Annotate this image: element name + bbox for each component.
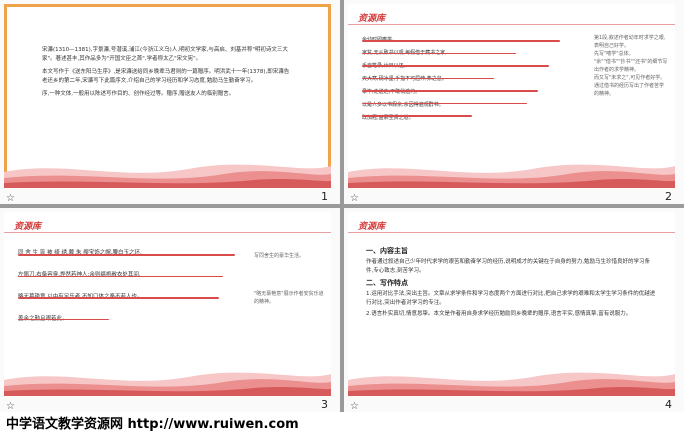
slide-3-wave-decoration bbox=[4, 372, 331, 396]
slide-1-paragraph: 本文写作于《送东阳马生序》,是宋濂送给同乡晚辈马君则的一篇赠序。明洪武十一年(1… bbox=[42, 69, 290, 84]
slide-3-transition-icon[interactable]: ☆ bbox=[6, 401, 15, 412]
slide-number: 2 bbox=[665, 190, 672, 203]
header-divider bbox=[348, 232, 675, 233]
slide-1-transition-icon[interactable]: ☆ bbox=[6, 193, 15, 204]
slide-panel-2[interactable]: 资源库 余幼时即嗜学。 家贫,无从致书以观,每假借于藏书之家, 手自笔录,计日以… bbox=[344, 0, 684, 204]
slide-number: 4 bbox=[665, 398, 672, 411]
side-note: 而又写"未求之",可见作者好学。 bbox=[594, 75, 666, 81]
section-heading: 一、内容主旨 bbox=[366, 247, 408, 255]
header-divider bbox=[348, 24, 675, 25]
side-note: 先写"嗜学"总体。 bbox=[594, 51, 634, 57]
slide-1-body: 宋濂(1310—1381),字景濂,号潜溪,浦江(今浙江义乌)人,明初文学家,与… bbox=[42, 46, 292, 99]
slide-4-paragraph: 作者通过叙述自己少年时代求学的艰苦和勤奋学习的经历,说明成才的关键在于自身的努力… bbox=[366, 259, 651, 274]
slide-4-transition-icon[interactable]: ☆ bbox=[350, 401, 359, 412]
slide-1-paragraph: 宋濂(1310—1381),字景濂,号潜溪,浦江(今浙江义乌)人,明初文学家,与… bbox=[42, 47, 288, 62]
side-note: 通过借书的经历写出了作者苦学的精神。 bbox=[594, 83, 665, 97]
slide-4[interactable]: 资源库 一、内容主旨 作者通过叙述自己少年时代求学的艰苦和勤奋学习的经历,说明成… bbox=[348, 212, 675, 396]
slide-2-side-notes: 第1段,叙述作者幼年时求学之艰,表明自己好学。 先写"嗜学"总体。 "余""借书… bbox=[594, 34, 668, 98]
slide-1-wave-decoration bbox=[4, 164, 331, 188]
section-heading: 二、写作特点 bbox=[366, 279, 408, 287]
logo: 资源库 bbox=[14, 222, 42, 232]
slide-sorter-grid: 宋濂(1310—1381),字景濂,号潜溪,浦江(今浙江义乌)人,明初文学家,与… bbox=[0, 0, 684, 412]
slide-1[interactable]: 宋濂(1310—1381),字景濂,号潜溪,浦江(今浙江义乌)人,明初文学家,与… bbox=[4, 4, 331, 188]
slide-3-side-notes: 写同舍生的豪华生活。 "略无慕艳意"展示作者安贫乐道的精神。 bbox=[254, 252, 324, 306]
slide-2[interactable]: 资源库 余幼时即嗜学。 家贫,无从致书以观,每假借于藏书之家, 手自笔录,计日以… bbox=[348, 4, 675, 188]
slide-number: 3 bbox=[321, 398, 328, 411]
slide-2-annotation-lines bbox=[362, 40, 582, 128]
slide-4-wave-decoration bbox=[348, 372, 675, 396]
slide-number: 1 bbox=[321, 190, 328, 203]
slide-4-paragraph: 1.运用对比手法,突出主旨。文章从求学条件和学习态度两个方面进行对比,把自己求学… bbox=[366, 291, 656, 306]
slide-3-annotation-lines bbox=[18, 254, 246, 340]
slide-2-wave-decoration bbox=[348, 164, 675, 188]
slide-panel-3[interactable]: 资源库 同 舍 生 皆 被 绮 绣,戴 朱 缨宝饰之帽,腰白玉之环, 左佩刀,右… bbox=[0, 208, 340, 412]
slide-panel-4[interactable]: 资源库 一、内容主旨 作者通过叙述自己少年时代求学的艰苦和勤奋学习的经历,说明成… bbox=[344, 208, 684, 412]
logo: 资源库 bbox=[358, 222, 386, 232]
slide-panel-1[interactable]: 宋濂(1310—1381),字景濂,号潜溪,浦江(今浙江义乌)人,明初文学家,与… bbox=[0, 0, 340, 204]
slide-3[interactable]: 资源库 同 舍 生 皆 被 绮 绣,戴 朱 缨宝饰之帽,腰白玉之环, 左佩刀,右… bbox=[4, 212, 331, 396]
logo: 资源库 bbox=[358, 14, 386, 24]
slide-2-transition-icon[interactable]: ☆ bbox=[350, 193, 359, 204]
header-divider bbox=[4, 232, 331, 233]
slide-4-paragraph: 2.语言朴实真切,情意恳挚。本文是作者用自身求学经历勉励同乡晚辈的赠序,语言平实… bbox=[366, 311, 632, 317]
side-note: 写同舍生的豪华生活。 bbox=[254, 253, 305, 259]
side-note: 第1段,叙述作者幼年时求学之艰,表明自己好学。 bbox=[594, 35, 666, 49]
footer-watermark: 中学语文教学资源网 http://www.ruiwen.com bbox=[6, 417, 299, 432]
slide-1-paragraph: 序,一种文体,一般用以陈述写作目的、创作经过等。赠序,赠送友人的临别赠言。 bbox=[42, 91, 235, 97]
side-note: "略无慕艳意"展示作者安贫乐道的精神。 bbox=[254, 291, 324, 305]
slide-4-body: 一、内容主旨 作者通过叙述自己少年时代求学的艰苦和勤奋学习的经历,说明成才的关键… bbox=[366, 246, 656, 319]
side-note: "余""借书""抄书""还书"的细节写出作者的求学精神。 bbox=[594, 59, 668, 73]
